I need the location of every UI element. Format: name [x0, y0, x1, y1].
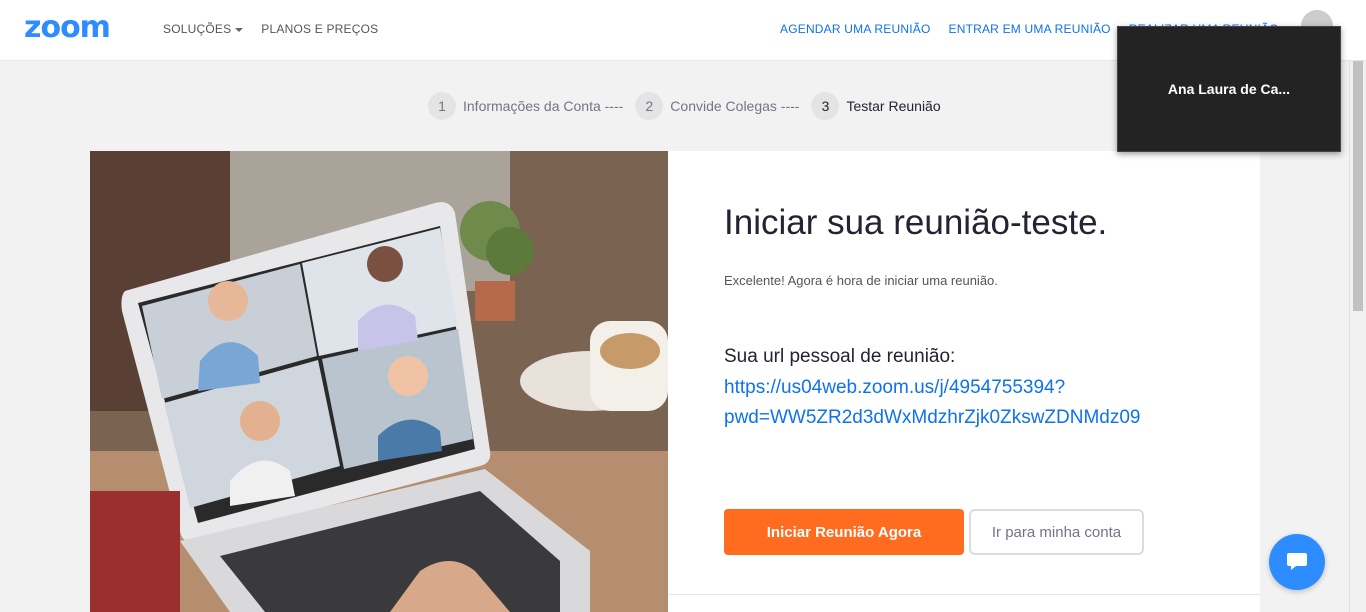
test-meeting-card: Iniciar sua reunião-teste. Excelente! Ag… [90, 151, 1260, 612]
personal-meeting-url-link[interactable]: https://us04web.zoom.us/j/4954755394? pw… [724, 373, 1224, 433]
nav-plans-label: PLANOS E PREÇOS [261, 22, 379, 36]
step-label: Testar Reunião [846, 98, 941, 114]
step-label: Informações da Conta ---- [463, 98, 624, 114]
step-account-info: 1 Informações da Conta ---- [428, 92, 623, 120]
page-title: Iniciar sua reunião-teste. [724, 203, 1108, 242]
scrollbar-thumb[interactable] [1353, 61, 1363, 311]
personal-url-label: Sua url pessoal de reunião: [724, 346, 956, 367]
laptop-illustration [90, 151, 668, 612]
participant-name: Ana Laura de Ca... [1167, 81, 1291, 97]
step-test-meeting: 3 Testar Reunião [811, 92, 941, 120]
zoom-logo[interactable]: zoom [24, 13, 111, 43]
chevron-down-icon [235, 27, 244, 32]
divider [668, 594, 1260, 595]
floating-video-window[interactable]: Ana Laura de Ca... [1117, 26, 1341, 152]
signup-progress-steps: 1 Informações da Conta ---- 2 Convide Co… [428, 92, 953, 120]
nav-solutions-label: SOLUÇÕES [163, 22, 232, 36]
chat-bubble-icon [1287, 553, 1307, 570]
nav-plans-pricing-link[interactable]: PLANOS E PREÇOS [261, 22, 378, 36]
page-scrollbar[interactable] [1349, 61, 1366, 612]
step-number: 2 [635, 92, 664, 120]
step-number: 3 [811, 92, 840, 120]
laptop-video-call-photo [90, 151, 668, 612]
start-meeting-now-button[interactable]: Iniciar Reunião Agora [724, 509, 964, 555]
join-meeting-link[interactable]: ENTRAR EM UMA REUNIÃO [949, 22, 1111, 36]
step-invite-colleagues: 2 Convide Colegas ---- [635, 92, 799, 120]
nav-solutions-menu[interactable]: SOLUÇÕES [163, 22, 244, 36]
chat-support-button[interactable] [1269, 534, 1325, 590]
nav-left: SOLUÇÕES PLANOS E PREÇOS [163, 22, 378, 36]
page-subtitle: Excelente! Agora é hora de iniciar uma r… [724, 273, 998, 288]
schedule-meeting-link[interactable]: AGENDAR UMA REUNIÃO [780, 22, 931, 36]
step-number: 1 [428, 92, 456, 120]
go-to-my-account-button[interactable]: Ir para minha conta [969, 509, 1144, 555]
url-line-1: https://us04web.zoom.us/j/4954755394? [724, 377, 1066, 398]
url-line-2: pwd=WW5ZR2d3dWxMdzhrZjk0ZkswZDNMdz09 [724, 407, 1141, 428]
step-label: Convide Colegas ---- [670, 98, 800, 114]
